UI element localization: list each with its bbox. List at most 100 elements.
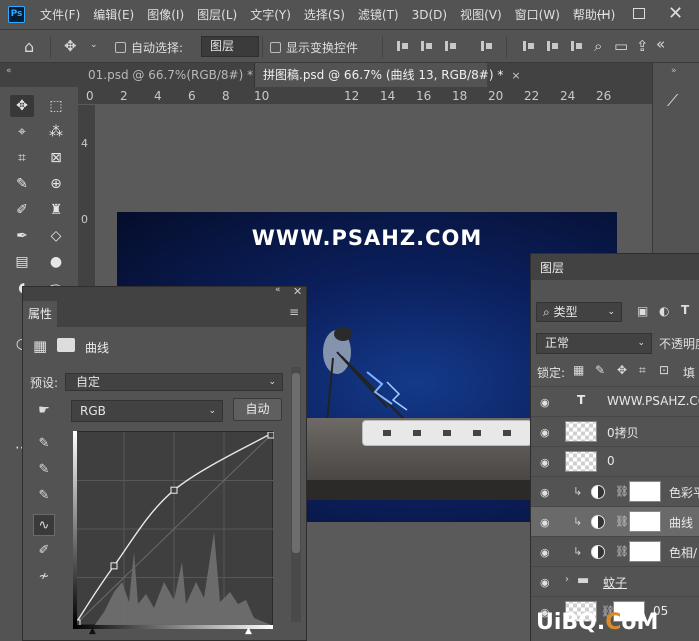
magic-wand-tool-icon[interactable]: ⁂: [44, 121, 68, 143]
menu-filter[interactable]: 滤镜(T): [358, 6, 399, 23]
tab-01-psd[interactable]: 01.psd @ 66.7%(RGB/8#) *: [60, 63, 255, 87]
black-input-slider[interactable]: ▲: [89, 626, 96, 636]
auto-select-checkbox[interactable]: [115, 42, 126, 53]
lock-artboard-icon[interactable]: ⌗: [639, 363, 646, 378]
draw-curve-pencil-icon[interactable]: ✐: [33, 540, 55, 562]
menu-view[interactable]: 视图(V): [460, 6, 502, 23]
crop-tool-icon[interactable]: ⌗: [10, 147, 34, 169]
collapse-panel-icon[interactable]: «: [275, 285, 281, 295]
gradient-tool-icon[interactable]: ▤: [10, 251, 34, 273]
visibility-eye-icon[interactable]: ◉: [540, 486, 550, 499]
lasso-tool-icon[interactable]: ⌖: [10, 121, 34, 143]
tab-puzzle-psd[interactable]: 拼图稿.psd @ 66.7% (曲线 13, RGB/8#) * ×: [255, 63, 521, 87]
mask-icon[interactable]: [57, 338, 75, 352]
edit-curve-points-icon[interactable]: ∿: [33, 514, 55, 536]
menu-select[interactable]: 选择(S): [304, 6, 345, 23]
move-tool-icon[interactable]: ✥: [64, 37, 77, 55]
visibility-eye-icon[interactable]: ◉: [540, 426, 550, 439]
properties-tab[interactable]: 属性: [23, 301, 57, 327]
layer-row-copy[interactable]: ◉ 0拷贝: [531, 416, 699, 446]
close-tab-icon[interactable]: ×: [511, 69, 520, 82]
menu-image[interactable]: 图像(I): [147, 6, 184, 23]
preset-dropdown[interactable]: 自定 ⌄: [65, 373, 283, 391]
history-panel-icon[interactable]: ⟋: [667, 91, 678, 111]
marquee-tool-icon[interactable]: ⬚: [44, 95, 68, 117]
align-vcenter-icon[interactable]: [546, 39, 560, 53]
visibility-eye-icon[interactable]: ◉: [540, 456, 550, 469]
menu-edit[interactable]: 编辑(E): [93, 6, 134, 23]
visibility-eye-icon[interactable]: ◉: [540, 546, 550, 559]
chevron-down-icon[interactable]: ⌄: [90, 40, 98, 50]
black-point-eyedropper-icon[interactable]: ✎: [33, 433, 55, 455]
share-icon[interactable]: ⇪: [636, 37, 649, 55]
white-point-eyedropper-icon[interactable]: ✎: [33, 485, 55, 507]
filter-type-icon[interactable]: T: [681, 303, 689, 317]
blur-tool-icon[interactable]: ●: [44, 251, 68, 273]
layers-panel-title[interactable]: 图层: [540, 259, 564, 276]
search-icon[interactable]: ⌕: [594, 37, 602, 55]
curve-control-point[interactable]: [170, 486, 178, 494]
white-input-slider[interactable]: ▲: [245, 626, 252, 636]
gray-point-eyedropper-icon[interactable]: ✎: [33, 459, 55, 481]
eyedropper-tool-icon[interactable]: ✎: [10, 173, 34, 195]
curves-graph[interactable]: [73, 431, 274, 626]
minimize-window-icon[interactable]: [596, 7, 610, 21]
chevron-right-icon[interactable]: ›: [565, 574, 569, 585]
visibility-eye-icon[interactable]: ◉: [540, 516, 550, 529]
layer-row-hue-saturation[interactable]: ◉ ↳ ⛓ 色相/: [531, 536, 699, 566]
align-right-icon[interactable]: [444, 39, 458, 53]
maximize-window-icon[interactable]: [633, 8, 645, 19]
properties-scrollbar[interactable]: [291, 367, 301, 622]
align-left-icon[interactable]: [396, 39, 410, 53]
panel-menu-icon[interactable]: ≡: [289, 305, 299, 319]
on-image-adjust-icon[interactable]: ☛: [33, 400, 55, 422]
workspace-icon[interactable]: ▭: [614, 37, 628, 55]
stamp-tool-icon[interactable]: ♜: [44, 199, 68, 221]
distribute-icon[interactable]: [480, 39, 494, 53]
align-hcenter-icon[interactable]: [420, 39, 434, 53]
menu-layer[interactable]: 图层(L): [197, 6, 237, 23]
lock-paint-icon[interactable]: ✎: [595, 363, 605, 377]
close-window-icon[interactable]: ✕: [668, 3, 683, 24]
auto-button[interactable]: 自动: [233, 398, 282, 421]
lock-position-icon[interactable]: ✥: [617, 363, 627, 377]
menu-window[interactable]: 窗口(W): [515, 6, 560, 23]
spot-healing-tool-icon[interactable]: ⊕: [44, 173, 68, 195]
frame-tool-icon[interactable]: ⊠: [44, 147, 68, 169]
auto-select-target-dropdown[interactable]: 图层: [201, 36, 259, 57]
align-top-icon[interactable]: [522, 39, 536, 53]
layer-row-group[interactable]: ◉ › ▬ 蚊子: [531, 566, 699, 596]
menu-3d[interactable]: 3D(D): [412, 8, 447, 22]
lock-all-icon[interactable]: ⊡: [659, 363, 669, 377]
filter-pixel-icon[interactable]: ▣: [637, 304, 648, 318]
history-brush-tool-icon[interactable]: ✒: [10, 225, 34, 247]
close-panel-icon[interactable]: ✕: [293, 285, 302, 298]
smooth-curve-icon[interactable]: ≁: [33, 566, 55, 588]
collapse-arrows-icon[interactable]: «: [656, 35, 665, 53]
curves-graph-svg[interactable]: [74, 432, 274, 626]
scrollbar-thumb[interactable]: [292, 373, 300, 553]
expand-panels-icon[interactable]: »: [671, 66, 677, 76]
layer-kind-filter[interactable]: ⌕ 类型 ⌄: [536, 302, 622, 322]
layer-row-color-balance[interactable]: ◉ ↳ ⛓ 色彩平: [531, 476, 699, 506]
visibility-eye-icon[interactable]: ◉: [540, 396, 550, 409]
channel-dropdown[interactable]: RGB ⌄: [71, 400, 223, 422]
brush-tool-icon[interactable]: ✐: [10, 199, 34, 221]
curve-control-point[interactable]: [110, 562, 118, 570]
lock-transparency-icon[interactable]: ▦: [573, 363, 584, 377]
menu-type[interactable]: 文字(Y): [250, 6, 291, 23]
filter-adjustment-icon[interactable]: ◐: [659, 304, 669, 318]
show-transform-checkbox[interactable]: [270, 42, 281, 53]
layer-row-text[interactable]: ◉ T WWW.PSAHZ.COM: [531, 386, 699, 416]
menu-file[interactable]: 文件(F): [40, 6, 80, 23]
curve-control-point[interactable]: [267, 432, 274, 439]
align-bottom-icon[interactable]: [570, 39, 584, 53]
layer-row-curves[interactable]: ◉ ↳ ⛓ 曲线: [531, 506, 699, 536]
move-tool-icon[interactable]: ✥: [10, 95, 34, 117]
blend-mode-dropdown[interactable]: 正常 ⌄: [536, 333, 652, 354]
eraser-tool-icon[interactable]: ◇: [44, 225, 68, 247]
home-icon[interactable]: ⌂: [24, 37, 34, 56]
layer-row-zero[interactable]: ◉ 0: [531, 446, 699, 476]
collapse-toolbar-icon[interactable]: «: [6, 66, 12, 76]
visibility-eye-icon[interactable]: ◉: [540, 576, 550, 589]
